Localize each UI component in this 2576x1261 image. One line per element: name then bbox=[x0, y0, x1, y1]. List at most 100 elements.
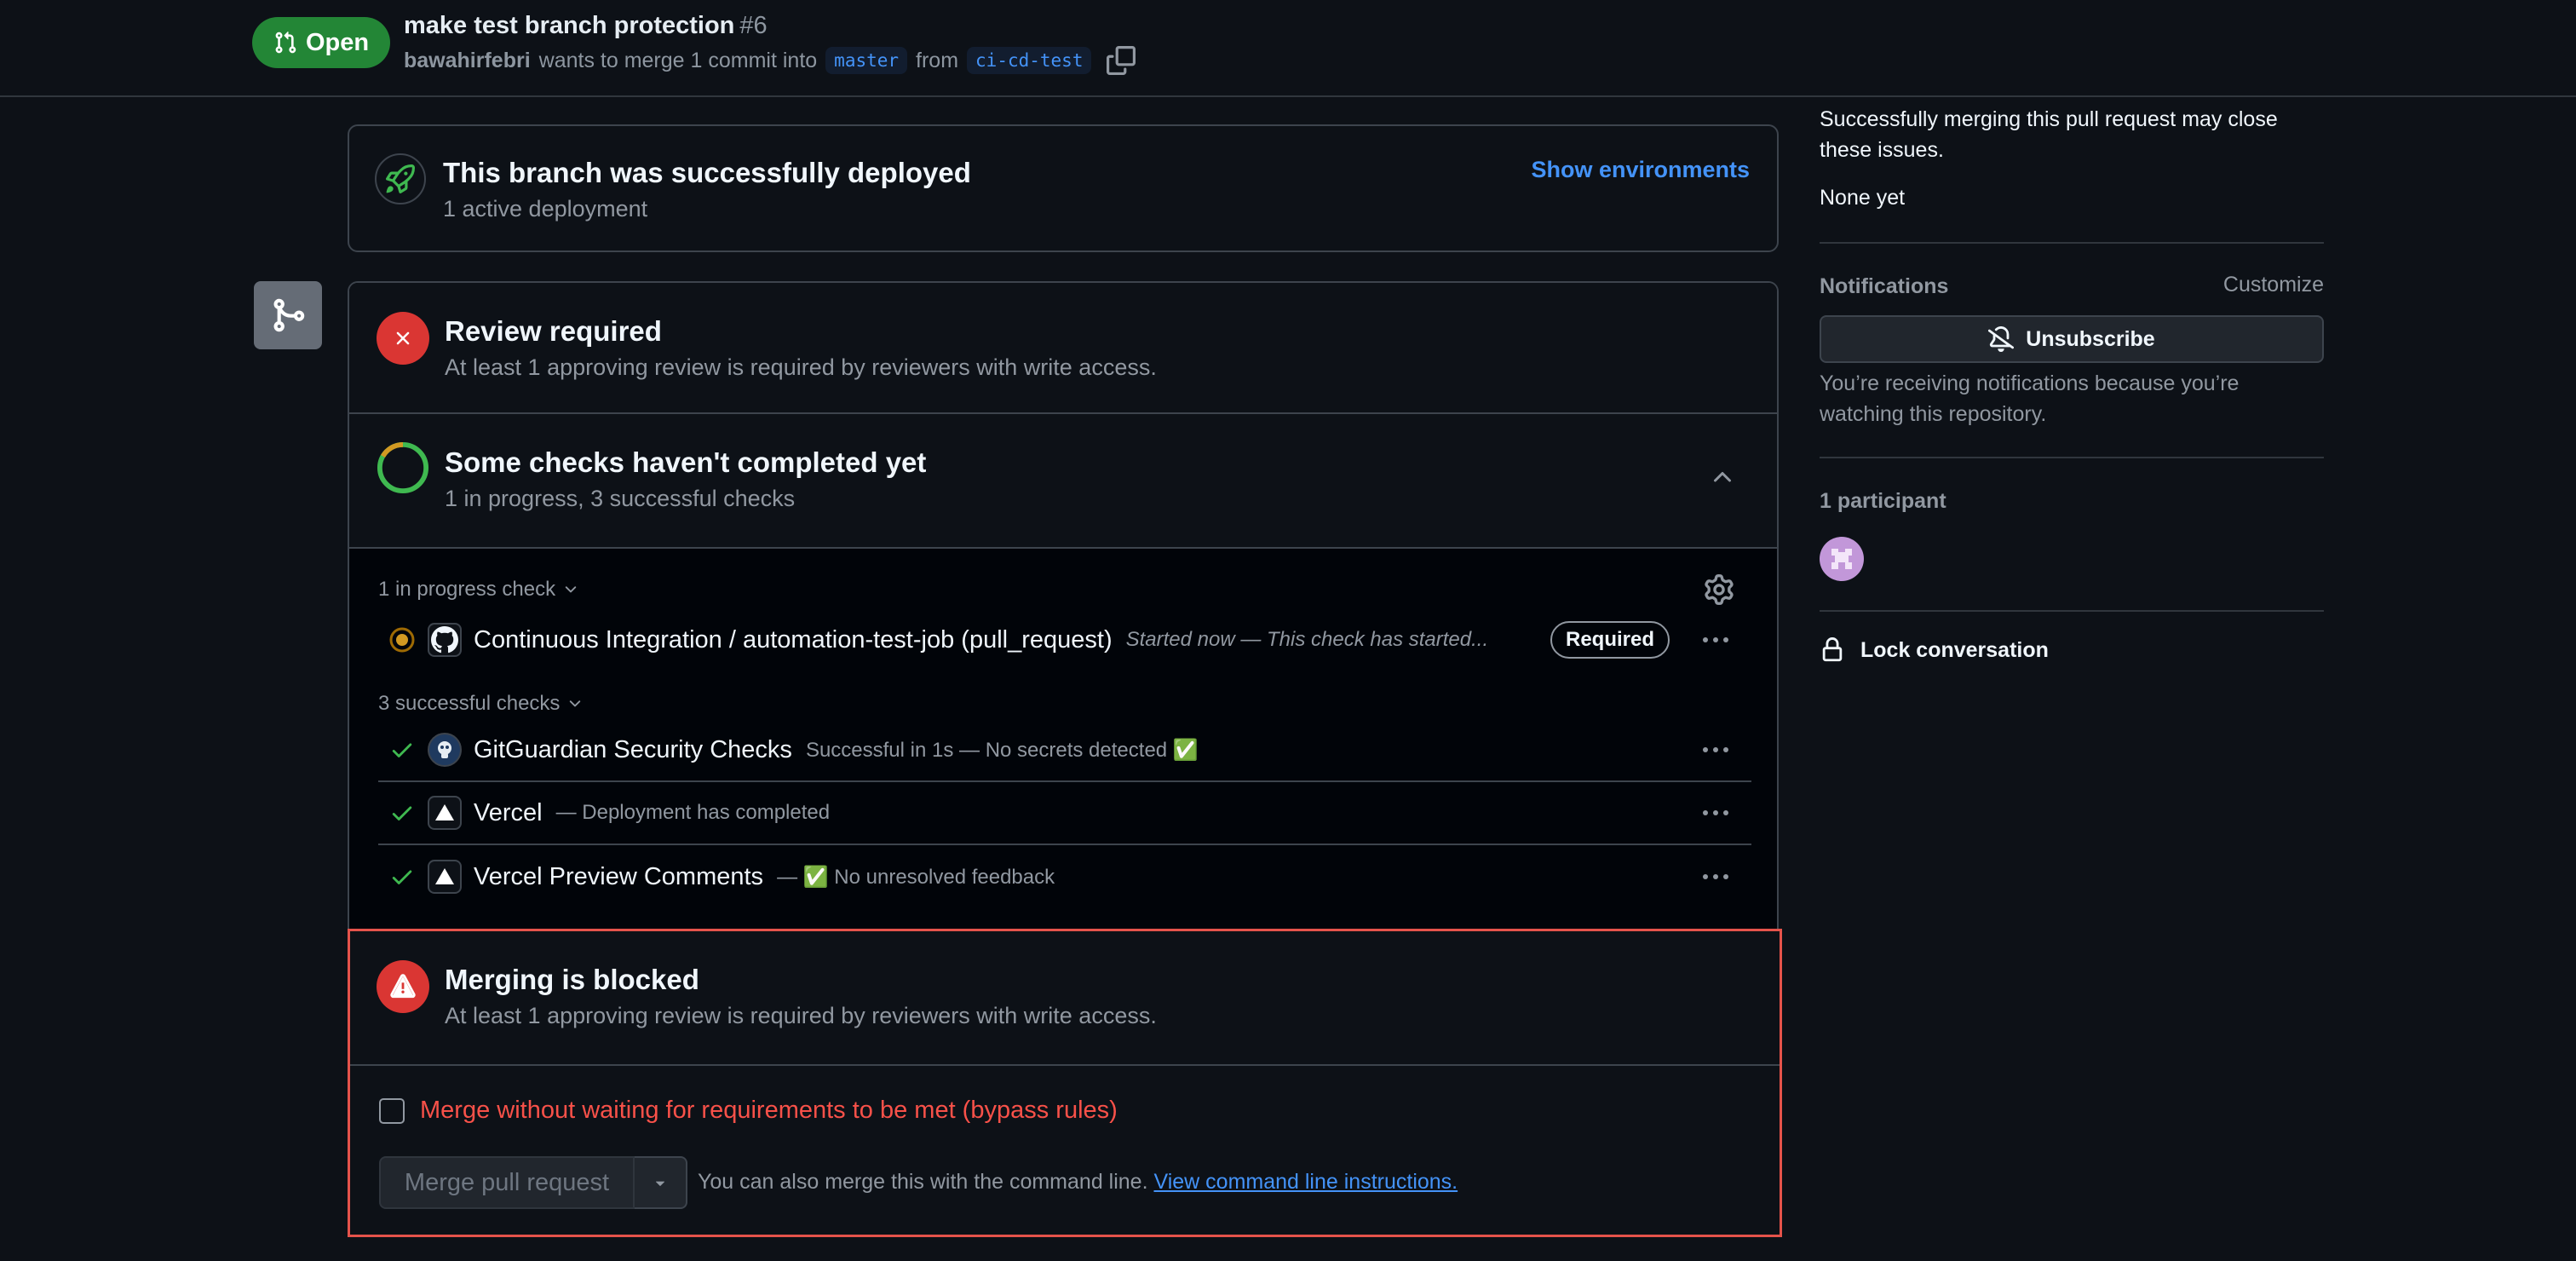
review-title: Review required bbox=[445, 315, 662, 347]
pr-author[interactable]: bawahirfebri bbox=[404, 49, 531, 73]
sidebar-divider bbox=[1820, 457, 2324, 458]
chevron-down-icon bbox=[570, 700, 581, 707]
blocked-title: Merging is blocked bbox=[445, 964, 699, 995]
deployment-subtitle: 1 active deployment bbox=[443, 196, 648, 222]
command-line-link[interactable]: View command line instructions. bbox=[1153, 1170, 1458, 1194]
x-icon bbox=[396, 331, 410, 345]
bypass-label[interactable]: Merge without waiting for requirements t… bbox=[420, 1097, 1118, 1125]
customize-link[interactable]: Customize bbox=[2223, 269, 2324, 300]
pr-header: Open make test branch protection #6 bawah… bbox=[0, 0, 2576, 97]
lock-icon bbox=[1822, 637, 1843, 662]
merge-blocked-header: Merging is blocked At least 1 approving … bbox=[350, 931, 1780, 1066]
github-icon bbox=[428, 623, 462, 657]
checks-summary-section[interactable]: Some checks haven't completed yet 1 in p… bbox=[349, 414, 1777, 549]
base-branch[interactable]: master bbox=[825, 47, 908, 74]
bypass-checkbox[interactable] bbox=[379, 1097, 405, 1124]
head-branch[interactable]: ci-cd-test bbox=[967, 47, 1092, 74]
checks-list: 1 in progress check Continuous Integrati… bbox=[349, 549, 1777, 953]
participants-heading: 1 participant bbox=[1820, 489, 1946, 513]
rocket-icon bbox=[386, 164, 415, 193]
kebab-horizontal-icon[interactable] bbox=[1697, 627, 1734, 653]
show-environments-link[interactable]: Show environments bbox=[1531, 157, 1750, 183]
merge-pull-request-button[interactable]: Merge pull request bbox=[379, 1156, 635, 1209]
pr-meta: bawahirfebri wants to merge 1 commit int… bbox=[404, 46, 1136, 75]
kebab-horizontal-icon[interactable] bbox=[1697, 800, 1734, 826]
merge-blocked-section: Merging is blocked At least 1 approving … bbox=[348, 929, 1782, 1237]
check-icon bbox=[385, 860, 419, 894]
review-required-section: Review required At least 1 approving rev… bbox=[349, 283, 1777, 414]
git-pull-request-icon bbox=[275, 32, 296, 54]
check-name[interactable]: Vercel Preview Comments bbox=[474, 863, 763, 891]
lock-conversation-button[interactable]: Lock conversation bbox=[1820, 637, 2049, 663]
unsubscribe-label: Unsubscribe bbox=[2026, 326, 2155, 351]
kebab-horizontal-icon[interactable] bbox=[1697, 737, 1734, 763]
check-icon bbox=[385, 796, 419, 830]
progress-ring-icon bbox=[377, 441, 429, 494]
bell-slash-icon bbox=[1988, 326, 2015, 352]
blocked-status bbox=[377, 960, 429, 1013]
sidebar-divider bbox=[1820, 610, 2324, 612]
gitguardian-icon bbox=[428, 733, 462, 767]
checks-progress-ring bbox=[377, 441, 429, 494]
linked-issues-text: Successfully merging this pull request m… bbox=[1820, 107, 2278, 162]
pr-state-badge: Open bbox=[252, 17, 390, 68]
chevron-down-icon bbox=[565, 586, 577, 593]
deployment-card: This branch was successfully deployed 1 … bbox=[348, 124, 1779, 252]
pr-number: #6 bbox=[739, 12, 768, 39]
merge-box: Review required At least 1 approving rev… bbox=[348, 281, 1779, 954]
pr-merge-text: wants to merge 1 commit into bbox=[538, 48, 818, 72]
bypass-option[interactable]: Merge without waiting for requirements t… bbox=[379, 1097, 1118, 1125]
check-name[interactable]: GitGuardian Security Checks bbox=[474, 736, 792, 764]
unsubscribe-button[interactable]: Unsubscribe bbox=[1820, 315, 2324, 363]
merge-box-side-icon bbox=[254, 281, 322, 349]
blocked-subtitle: At least 1 approving review is required … bbox=[445, 1003, 1157, 1028]
linked-issues-value: None yet bbox=[1820, 186, 1906, 210]
check-row-success[interactable]: GitGuardian Security Checks Successful i… bbox=[378, 719, 1751, 782]
check-row-success[interactable]: Vercel Preview Comments — ✅ No unresolve… bbox=[378, 845, 1751, 908]
chevron-up-icon[interactable] bbox=[1709, 464, 1736, 491]
pending-status-icon bbox=[385, 623, 419, 657]
deployment-title: This branch was successfully deployed bbox=[443, 157, 971, 188]
checks-subtitle: 1 in progress, 3 successful checks bbox=[445, 486, 796, 511]
merge-method-dropdown[interactable] bbox=[635, 1156, 687, 1209]
merge-button-group: Merge pull request bbox=[379, 1156, 687, 1209]
notification-reason: You’re receiving notifications because y… bbox=[1820, 371, 2240, 426]
required-badge: Required bbox=[1550, 621, 1670, 659]
check-name[interactable]: Continuous Integration / automation-test… bbox=[474, 626, 1113, 654]
command-line-text: You can also merge this with the command… bbox=[698, 1170, 1148, 1194]
in-progress-group-label: 1 in progress check bbox=[378, 578, 556, 601]
check-row-in-progress[interactable]: Continuous Integration / automation-test… bbox=[378, 608, 1751, 671]
check-icon bbox=[385, 733, 419, 767]
successful-group-toggle[interactable]: 3 successful checks bbox=[378, 692, 584, 716]
vercel-icon bbox=[428, 860, 462, 894]
triangle-down-icon bbox=[655, 1181, 665, 1186]
vercel-icon bbox=[428, 796, 462, 830]
participant-avatar[interactable] bbox=[1820, 537, 1864, 581]
check-description: — ✅ No unresolved feedback bbox=[777, 865, 1055, 889]
command-line-hint: You can also merge this with the command… bbox=[698, 1170, 1458, 1195]
checks-title: Some checks haven't completed yet bbox=[445, 446, 927, 478]
in-progress-group-toggle[interactable]: 1 in progress check bbox=[378, 578, 579, 602]
sidebar-divider bbox=[1820, 242, 2324, 244]
check-description: Successful in 1s — No secrets detected ✅ bbox=[805, 738, 1199, 762]
check-description: — Deployment has completed bbox=[555, 801, 831, 824]
check-row-success[interactable]: Vercel — Deployment has completed bbox=[378, 782, 1751, 845]
pr-title-text: make test branch protection bbox=[404, 12, 735, 39]
review-status bbox=[377, 312, 429, 365]
pr-from-text: from bbox=[916, 48, 959, 72]
identicon-icon bbox=[1831, 549, 1852, 569]
successful-group-label: 3 successful checks bbox=[378, 692, 561, 715]
alert-icon bbox=[390, 974, 416, 999]
pr-state-label: Open bbox=[305, 28, 370, 56]
notifications-heading: Notifications bbox=[1820, 274, 1949, 298]
gear-icon[interactable] bbox=[1704, 574, 1734, 605]
copy-icon[interactable] bbox=[1107, 46, 1136, 75]
check-description: Started now — This check has started... bbox=[1125, 628, 1489, 651]
check-name[interactable]: Vercel bbox=[474, 799, 543, 827]
lock-conversation-label: Lock conversation bbox=[1860, 637, 2049, 662]
git-merge-icon bbox=[273, 298, 305, 332]
kebab-horizontal-icon[interactable] bbox=[1697, 864, 1734, 890]
pr-title: make test branch protection #6 bbox=[404, 12, 768, 40]
review-subtitle: At least 1 approving review is required … bbox=[445, 354, 1157, 380]
deployment-status bbox=[375, 153, 426, 204]
